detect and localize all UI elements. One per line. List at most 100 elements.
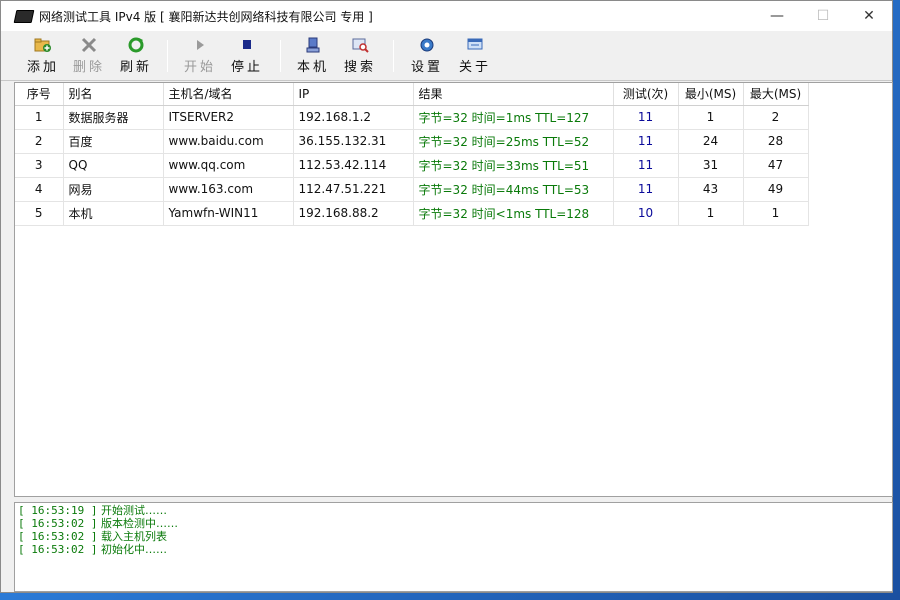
cell-max: 49: [743, 177, 809, 202]
col-header-tests[interactable]: 测试(次): [613, 83, 679, 106]
table-header-row: 序号 别名 主机名/域名 IP 结果 测试(次) 最小(MS) 最大(MS): [15, 83, 809, 106]
cell-ip: 36.155.132.31: [293, 129, 414, 154]
cell-tests: 11: [613, 129, 679, 154]
cell-result: 字节=32 时间=33ms TTL=51: [413, 153, 614, 178]
delete-x-icon: [81, 37, 97, 52]
toolbar: 添加 删除 刷新 开始 停止 本机 搜索 设置 关于: [1, 31, 892, 81]
log-line: [ 16:53:02 ] 载入主机列表: [18, 530, 889, 543]
log-message: 开始测试……: [100, 504, 167, 517]
cell-tests: 11: [613, 105, 679, 130]
gear-icon: [420, 38, 434, 51]
col-header-max[interactable]: 最大(MS): [743, 83, 809, 106]
log-time: [ 16:53:19 ]: [18, 504, 98, 517]
log-line: [ 16:53:02 ] 初始化中……: [18, 543, 889, 556]
app-icon: [13, 9, 35, 23]
delete-button[interactable]: 删除: [65, 34, 113, 78]
cell-ip: 192.168.1.2: [293, 105, 414, 130]
col-header-result[interactable]: 结果: [413, 83, 614, 106]
table-row[interactable]: 3 QQ www.qq.com 112.53.42.114 字节=32 时间=3…: [15, 153, 809, 178]
cell-seq: 1: [15, 105, 64, 130]
cell-alias: QQ: [63, 153, 164, 178]
table-row[interactable]: 4 网易 www.163.com 112.47.51.221 字节=32 时间=…: [15, 177, 809, 202]
cell-seq: 5: [15, 201, 64, 226]
title-bar: 网络测试工具 IPv4 版 [ 襄阳新达共创网络科技有限公司 专用 ] — ☐ …: [1, 1, 892, 31]
table-row[interactable]: 2 百度 www.baidu.com 36.155.132.31 字节=32 时…: [15, 129, 809, 154]
log-time: [ 16:53:02 ]: [18, 517, 98, 530]
log-line: [ 16:53:19 ] 开始测试……: [18, 504, 889, 517]
add-label: 添加: [26, 59, 59, 75]
computer-icon: [306, 37, 320, 52]
minimize-button[interactable]: —: [754, 1, 800, 31]
add-folder-icon: [34, 38, 51, 52]
add-button[interactable]: 添加: [21, 34, 65, 78]
table-row[interactable]: 1 数据服务器 ITSERVER2 192.168.1.2 字节=32 时间=1…: [15, 105, 809, 130]
table-row[interactable]: 5 本机 Yamwfn-WIN11 192.168.88.2 字节=32 时间<…: [15, 201, 809, 226]
cell-max: 47: [743, 153, 809, 178]
maximize-button[interactable]: ☐: [800, 1, 846, 31]
search-icon: [352, 38, 369, 53]
about-button[interactable]: 关于: [450, 34, 500, 78]
settings-button[interactable]: 设置: [404, 34, 450, 78]
cell-ip: 112.53.42.114: [293, 153, 414, 178]
cell-max: 2: [743, 105, 809, 130]
main-window: 网络测试工具 IPv4 版 [ 襄阳新达共创网络科技有限公司 专用 ] — ☐ …: [0, 0, 893, 593]
log-time: [ 16:53:02 ]: [18, 530, 98, 543]
cell-alias: 百度: [63, 129, 164, 154]
cell-tests: 10: [613, 201, 679, 226]
cell-host: Yamwfn-WIN11: [163, 201, 294, 226]
cell-ip: 112.47.51.221: [293, 177, 414, 202]
col-header-seq[interactable]: 序号: [15, 83, 64, 106]
settings-label: 设置: [410, 59, 443, 75]
start-label: 开始: [183, 59, 216, 75]
cell-ip: 192.168.88.2: [293, 201, 414, 226]
col-header-min[interactable]: 最小(MS): [678, 83, 744, 106]
info-window-icon: [467, 38, 483, 49]
play-icon: [197, 39, 204, 50]
start-button[interactable]: 开始: [178, 34, 222, 78]
cell-min: 24: [678, 129, 744, 154]
host-table: 序号 别名 主机名/域名 IP 结果 测试(次) 最小(MS) 最大(MS) 1…: [15, 83, 809, 226]
search-label: 搜索: [343, 59, 376, 75]
cell-alias: 本机: [63, 201, 164, 226]
stop-button[interactable]: 停止: [222, 34, 272, 78]
cell-max: 28: [743, 129, 809, 154]
cell-seq: 4: [15, 177, 64, 202]
search-button[interactable]: 搜索: [335, 34, 385, 78]
cell-tests: 11: [613, 153, 679, 178]
toolbar-separator: [280, 39, 281, 72]
cell-host: www.qq.com: [163, 153, 294, 178]
about-label: 关于: [458, 59, 491, 75]
log-message: 载入主机列表: [100, 530, 167, 543]
col-header-host[interactable]: 主机名/域名: [163, 83, 294, 106]
cell-host: www.163.com: [163, 177, 294, 202]
cell-alias: 数据服务器: [63, 105, 164, 130]
toolbar-separator: [393, 39, 394, 72]
cell-result: 字节=32 时间<1ms TTL=128: [413, 201, 614, 226]
refresh-button[interactable]: 刷新: [113, 34, 159, 78]
cell-result: 字节=32 时间=25ms TTL=52: [413, 129, 614, 154]
host-list[interactable]: 序号 别名 主机名/域名 IP 结果 测试(次) 最小(MS) 最大(MS) 1…: [14, 82, 893, 497]
cell-host: www.baidu.com: [163, 129, 294, 154]
window-controls: — ☐ ✕: [754, 1, 892, 31]
log-panel[interactable]: [ 16:53:19 ] 开始测试…… [ 16:53:02 ] 版本检测中………: [14, 502, 893, 592]
cell-result: 字节=32 时间=44ms TTL=53: [413, 177, 614, 202]
close-button[interactable]: ✕: [846, 1, 892, 31]
log-message: 版本检测中……: [100, 517, 178, 530]
cell-tests: 11: [613, 177, 679, 202]
cell-max: 1: [743, 201, 809, 226]
refresh-label: 刷新: [119, 59, 152, 75]
cell-result: 字节=32 时间=1ms TTL=127: [413, 105, 614, 130]
cell-min: 1: [678, 201, 744, 226]
window-title: 网络测试工具 IPv4 版 [ 襄阳新达共创网络科技有限公司 专用 ]: [39, 9, 373, 24]
col-header-ip[interactable]: IP: [293, 83, 414, 106]
log-line: [ 16:53:02 ] 版本检测中……: [18, 517, 889, 530]
local-button[interactable]: 本机: [291, 34, 335, 78]
cell-min: 1: [678, 105, 744, 130]
stop-label: 停止: [230, 59, 263, 75]
col-header-alias[interactable]: 别名: [63, 83, 164, 106]
refresh-icon: [128, 37, 144, 52]
cell-seq: 3: [15, 153, 64, 178]
cell-seq: 2: [15, 129, 64, 154]
cell-alias: 网易: [63, 177, 164, 202]
log-message: 初始化中……: [100, 543, 167, 556]
